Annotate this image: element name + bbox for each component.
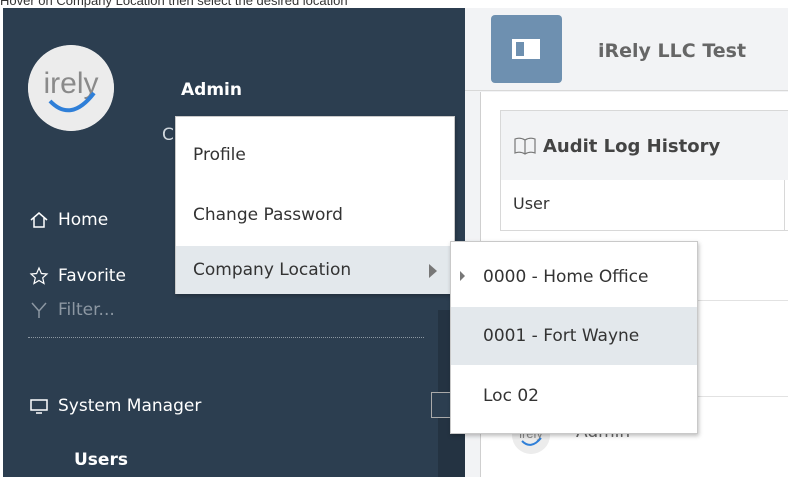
filter-icon	[28, 299, 50, 321]
chevron-right-icon	[429, 264, 437, 278]
menu-item-change-password[interactable]: Change Password	[176, 187, 454, 243]
menu-item-company-location[interactable]: Company Location	[176, 246, 454, 294]
location-option-loc-02[interactable]: Loc 02	[451, 367, 697, 425]
location-option-fort-wayne[interactable]: 0001 - Fort Wayne	[451, 307, 697, 365]
filter-placeholder: Filter...	[58, 300, 115, 320]
sidebar-divider	[28, 337, 424, 338]
home-icon	[28, 209, 50, 231]
book-icon	[513, 136, 537, 156]
grid-header: User	[500, 180, 788, 231]
current-selection-icon	[460, 271, 465, 281]
user-menu: Profile Change Password Company Location	[175, 116, 455, 294]
star-icon	[28, 265, 50, 287]
panel-icon	[512, 39, 540, 59]
sidebar-item-system-manager[interactable]: System Manager	[28, 395, 201, 417]
column-header-user[interactable]: User	[513, 194, 549, 213]
audit-panel-header: Audit Log History	[500, 110, 788, 182]
company-logo: irely	[28, 45, 114, 131]
sidebar-item-label: Home	[58, 210, 109, 230]
instruction-caption: Hover on Company Location then select th…	[0, 0, 348, 8]
sidebar-collapse-tab[interactable]	[431, 392, 450, 418]
sidebar-item-label: System Manager	[58, 396, 202, 416]
sidebar-item-label: Favorite	[58, 266, 126, 286]
panel-title: Audit Log History	[543, 135, 721, 157]
sidebar-filter-input[interactable]: Filter...	[28, 299, 115, 321]
app-title: iRely LLC Test	[598, 40, 747, 62]
sidebar-item-home[interactable]: Home	[28, 209, 108, 231]
current-user-name[interactable]: Admin	[181, 80, 242, 100]
menu-toggle-button[interactable]	[491, 15, 562, 83]
column-separator	[784, 180, 785, 230]
sidebar-item-users[interactable]: Users	[74, 450, 128, 470]
location-option-home-office[interactable]: 0000 - Home Office	[451, 248, 697, 306]
current-user-company: C	[162, 125, 174, 145]
sidebar-item-favorites[interactable]: Favorite	[28, 265, 126, 287]
monitor-icon	[28, 395, 50, 417]
company-location-submenu: 0000 - Home Office 0001 - Fort Wayne Loc…	[450, 241, 698, 434]
menu-item-profile[interactable]: Profile	[176, 127, 454, 183]
